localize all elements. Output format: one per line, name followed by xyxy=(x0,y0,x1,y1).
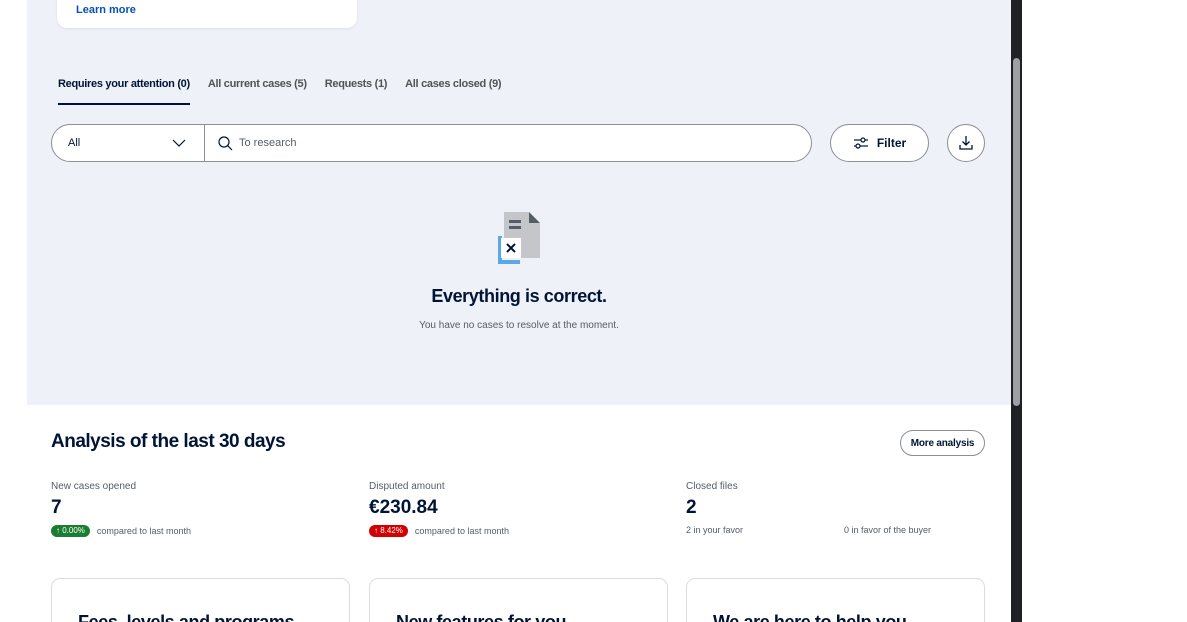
card-title: We are here to help you xyxy=(713,612,907,622)
empty-state-subtitle: You have no cases to resolve at the mome… xyxy=(419,320,619,331)
change-badge: ↑ 8.42% xyxy=(369,525,408,537)
in-your-favor: 2 in your favor xyxy=(686,525,744,535)
chevron-down-icon xyxy=(172,139,186,147)
search-bar: All xyxy=(51,124,812,162)
search-icon xyxy=(218,135,233,150)
metric-value: €230.84 xyxy=(369,497,438,518)
scrollbar-thumb[interactable] xyxy=(1013,58,1020,406)
metric-label: New cases opened xyxy=(51,481,137,492)
learn-more-link[interactable]: Learn more xyxy=(76,4,136,16)
tab-all-current-cases[interactable]: All current cases (5) xyxy=(208,78,307,105)
search-field xyxy=(205,135,811,151)
empty-state-title: Everything is correct. xyxy=(431,286,607,306)
metric-value: 7 xyxy=(51,497,62,518)
left-gutter xyxy=(0,0,27,622)
tab-requests[interactable]: Requests (1) xyxy=(325,78,388,105)
case-tabs: Requires your attention (0) All current … xyxy=(58,78,502,105)
metric-new-cases: New cases opened 7 ↑ 0.00% compared to l… xyxy=(51,481,191,537)
download-button[interactable] xyxy=(947,124,985,162)
change-value: 8.42% xyxy=(380,526,403,535)
download-icon xyxy=(959,136,973,150)
metric-label: Disputed amount xyxy=(369,481,445,492)
info-card-new-features[interactable]: New features for you xyxy=(369,578,668,622)
change-value: 0.00% xyxy=(62,526,85,535)
metric-label: Closed files xyxy=(686,481,738,492)
right-blank-area xyxy=(1022,0,1187,622)
tab-all-cases-closed[interactable]: All cases closed (9) xyxy=(405,78,501,105)
metric-compare: ↑ 0.00% compared to last month xyxy=(51,525,191,537)
in-buyer-favor: 0 in favor of the buyer xyxy=(844,525,932,535)
card-title: Fees, levels and programs xyxy=(78,612,295,622)
learn-more-card: Learn more xyxy=(57,0,357,28)
closed-breakdown: 2 in your favor 0 in favor of the buyer xyxy=(686,525,931,535)
tab-requires-attention[interactable]: Requires your attention (0) xyxy=(58,78,190,105)
metric-value: 2 xyxy=(686,497,697,518)
more-analysis-button[interactable]: More analysis xyxy=(900,430,985,456)
metric-compare: ↑ 8.42% compared to last month xyxy=(369,525,509,537)
filter-button[interactable]: Filter xyxy=(830,124,929,162)
filter-sliders-icon xyxy=(853,137,868,149)
analysis-title: Analysis of the last 30 days xyxy=(51,431,286,452)
filter-button-label: Filter xyxy=(876,136,907,150)
cases-section: Learn more Requires your attention (0) A… xyxy=(27,0,1011,405)
search-input[interactable] xyxy=(239,137,739,149)
page: Learn more Requires your attention (0) A… xyxy=(0,0,1187,622)
change-badge: ↑ 0.00% xyxy=(51,525,90,537)
case-type-select-value: All xyxy=(68,137,81,149)
main-content: Learn more Requires your attention (0) A… xyxy=(27,0,1011,622)
metric-closed-files: Closed files 2 2 in your favor 0 in favo… xyxy=(686,481,931,535)
case-type-select[interactable]: All xyxy=(52,125,205,161)
metric-disputed-amount: Disputed amount €230.84 ↑ 8.42% compared… xyxy=(369,481,509,537)
empty-state: Everything is correct. You have no cases… xyxy=(27,210,1011,331)
compare-text: compared to last month xyxy=(414,526,509,536)
card-title: New features for you xyxy=(396,612,567,622)
info-card-fees[interactable]: Fees, levels and programs xyxy=(51,578,350,622)
document-error-icon xyxy=(498,212,540,264)
info-card-help[interactable]: We are here to help you xyxy=(686,578,985,622)
compare-text: compared to last month xyxy=(96,526,191,536)
